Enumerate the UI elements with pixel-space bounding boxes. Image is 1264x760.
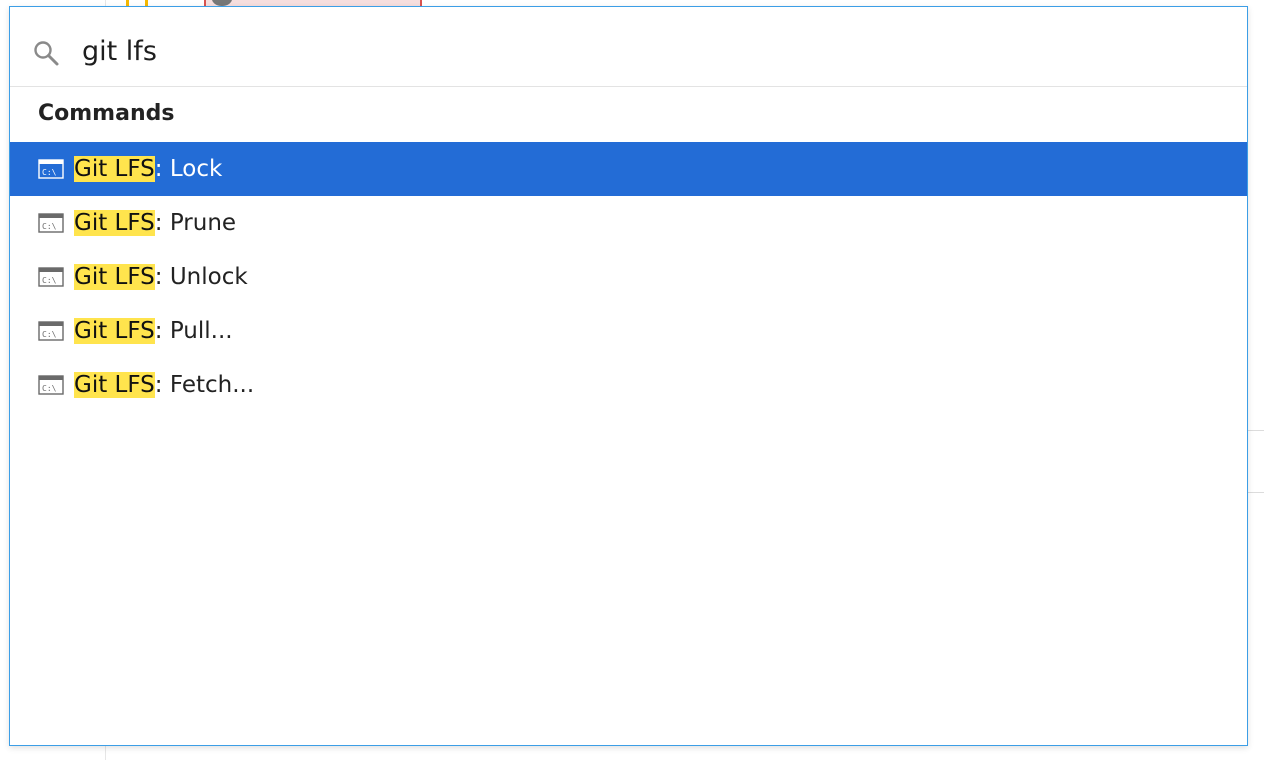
match-highlight: Git LFS xyxy=(74,156,155,182)
terminal-icon: C:\ xyxy=(38,267,64,287)
terminal-icon: C:\ xyxy=(38,159,64,179)
terminal-icon: C:\ xyxy=(38,321,64,341)
search-bar xyxy=(10,7,1247,87)
command-label: : Unlock xyxy=(154,264,248,290)
svg-text:C:\: C:\ xyxy=(42,222,57,231)
section-heading: Commands xyxy=(38,101,175,126)
svg-text:C:\: C:\ xyxy=(42,168,57,177)
svg-text:C:\: C:\ xyxy=(42,330,57,339)
search-input[interactable] xyxy=(82,29,1182,73)
command-palette: Commands C:\ Git LFS: Lock C:\ Git LFS: … xyxy=(9,6,1248,746)
command-item-unlock[interactable]: C:\ Git LFS: Unlock xyxy=(10,250,1247,304)
terminal-icon: C:\ xyxy=(38,375,64,395)
command-item-fetch[interactable]: C:\ Git LFS: Fetch... xyxy=(10,358,1247,412)
terminal-icon: C:\ xyxy=(38,213,64,233)
match-highlight: Git LFS xyxy=(74,210,155,236)
command-label: : Lock xyxy=(154,156,223,182)
match-highlight: Git LFS xyxy=(74,264,155,290)
command-label: : Fetch... xyxy=(154,372,255,398)
background-separator xyxy=(1248,430,1264,431)
background-separator xyxy=(1248,492,1264,493)
command-item-lock[interactable]: C:\ Git LFS: Lock xyxy=(10,142,1247,196)
match-highlight: Git LFS xyxy=(74,318,155,344)
svg-text:C:\: C:\ xyxy=(42,276,57,285)
command-item-prune[interactable]: C:\ Git LFS: Prune xyxy=(10,196,1247,250)
command-label: : Prune xyxy=(154,210,237,236)
svg-text:C:\: C:\ xyxy=(42,384,57,393)
command-label: : Pull... xyxy=(154,318,233,344)
search-icon xyxy=(34,41,59,66)
command-list: C:\ Git LFS: Lock C:\ Git LFS: Prune C:\… xyxy=(10,142,1247,412)
match-highlight: Git LFS xyxy=(74,372,155,398)
command-item-pull[interactable]: C:\ Git LFS: Pull... xyxy=(10,304,1247,358)
